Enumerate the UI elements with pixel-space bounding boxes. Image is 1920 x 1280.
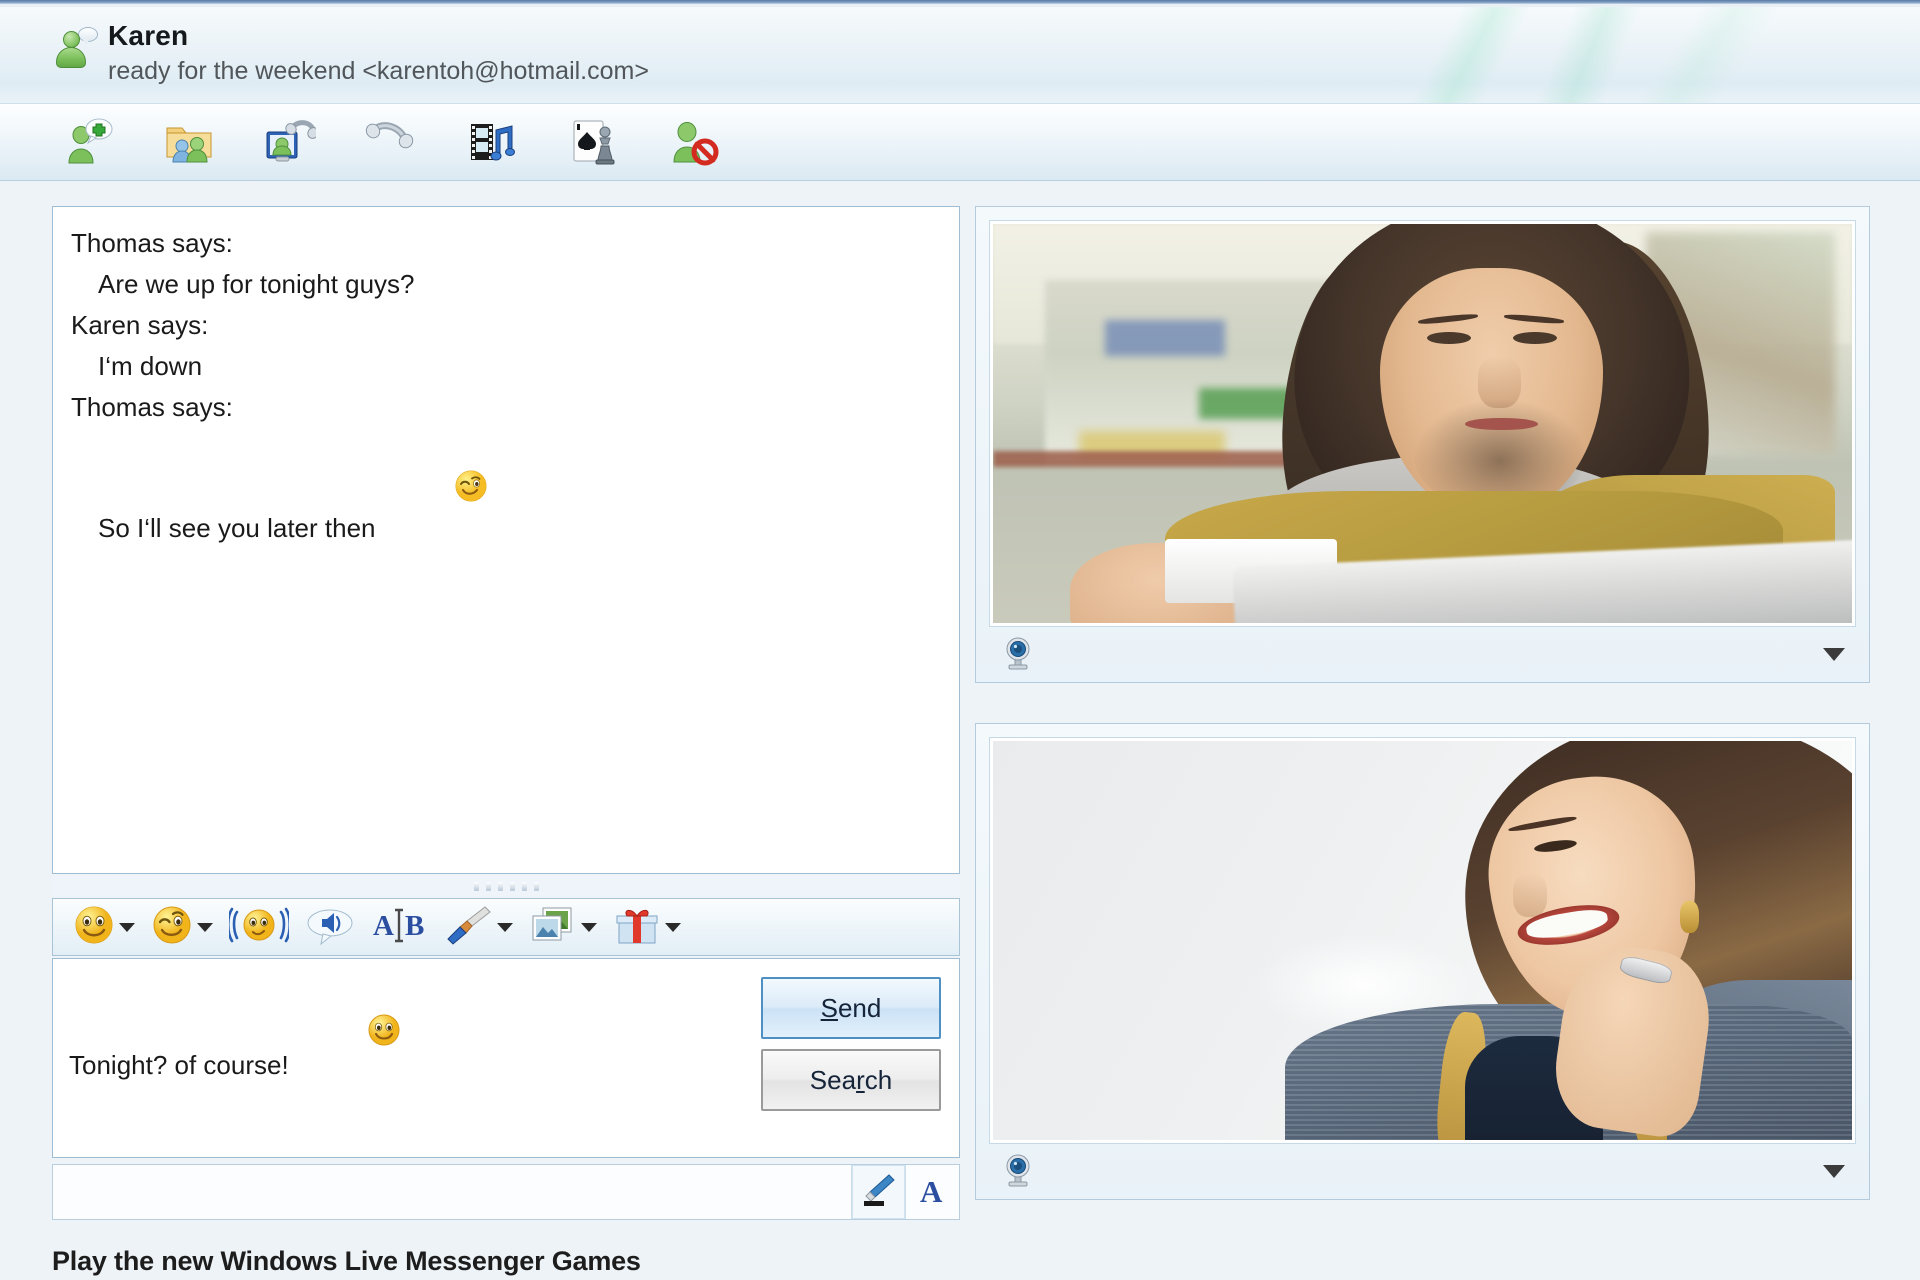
buddy-avatar-icon	[52, 25, 98, 71]
search-label-start: Sea	[809, 1064, 857, 1095]
letter-a-icon: A	[915, 1172, 951, 1213]
chevron-down-icon[interactable]	[1823, 1164, 1845, 1178]
webcam-icon[interactable]	[1000, 636, 1036, 672]
games-promo-link[interactable]: Play the new Windows Live Messenger Game…	[52, 1246, 641, 1277]
sound-button[interactable]	[301, 905, 359, 949]
remote-webcam-video[interactable]	[989, 220, 1856, 627]
search-label-rest: ch	[864, 1064, 893, 1095]
shared-folder-icon	[163, 116, 215, 168]
backgrounds-button[interactable]	[525, 905, 601, 949]
message-text: So I‘ll see you later then	[98, 513, 376, 543]
local-webcam-panel	[975, 723, 1870, 1200]
send-label-rest: end	[837, 992, 882, 1023]
font-button[interactable]: A B	[367, 905, 433, 949]
main-area: Thomas says: Are we up for tonight guys?…	[0, 182, 1920, 1228]
message-text: I‘m down	[98, 351, 203, 381]
remote-webcam-image	[993, 224, 1852, 623]
chevron-down-icon[interactable]	[581, 922, 597, 932]
compose-input-value: Tonight? of course!	[69, 1050, 289, 1080]
local-webcam-controls	[990, 1143, 1855, 1199]
font-ab-icon: A B	[371, 904, 429, 951]
cards-chess-icon	[567, 116, 619, 168]
wink-smiley-icon	[151, 904, 193, 951]
smile-emoticon	[295, 979, 400, 1046]
wink-picker-button[interactable]	[147, 905, 217, 949]
gift-button[interactable]	[609, 905, 685, 949]
video-call-button[interactable]	[262, 114, 318, 170]
compose-area[interactable]: Tonight? of course! Send Search	[52, 958, 960, 1158]
messenger-window: Karen ready for the weekend <karentoh@ho…	[0, 0, 1920, 1280]
nudge-button[interactable]	[225, 905, 293, 949]
chevron-down-icon[interactable]	[665, 922, 681, 932]
games-button[interactable]	[565, 114, 621, 170]
chat-history[interactable]: Thomas says: Are we up for tonight guys?…	[52, 206, 960, 874]
shared-folder-button[interactable]	[161, 114, 217, 170]
formatting-toolbar: A B	[52, 898, 960, 956]
sound-bubble-icon	[305, 904, 355, 951]
invite-person-icon	[62, 116, 114, 168]
action-toolbar	[0, 103, 1920, 181]
chevron-down-icon[interactable]	[197, 922, 213, 932]
svg-text:A: A	[920, 1174, 943, 1208]
search-button-label: Search	[810, 1065, 892, 1096]
send-accelerator: S	[820, 992, 838, 1023]
search-button[interactable]: Search	[761, 1049, 941, 1111]
block-contact-button[interactable]	[666, 114, 722, 170]
share-media-button[interactable]	[464, 114, 520, 170]
background-brush-button[interactable]	[441, 905, 517, 949]
svg-text:A: A	[373, 910, 394, 942]
photo-icon	[529, 904, 577, 951]
compose-text-with-emoticon: Tonight? of course!	[69, 979, 400, 1082]
film-music-icon	[466, 116, 518, 168]
wink-emoticon	[382, 428, 487, 502]
compose-status-bar: A	[52, 1164, 960, 1220]
voice-call-button[interactable]	[363, 114, 419, 170]
invite-person-button[interactable]	[60, 114, 116, 170]
message-text-with-emoticon: So I‘ll see you later then	[71, 428, 941, 549]
block-person-icon	[668, 116, 720, 168]
message-sender: Karen says:	[71, 310, 209, 340]
webcam-icon[interactable]	[1000, 1153, 1036, 1189]
message-sender: Thomas says:	[71, 228, 233, 258]
contact-status-message: ready for the weekend <karentoh@hotmail.…	[108, 57, 649, 85]
svg-text:B: B	[405, 910, 424, 942]
emoticon-picker-button[interactable]	[69, 905, 139, 949]
remote-webcam-panel	[975, 206, 1870, 683]
message-sender: Thomas says:	[71, 392, 233, 422]
splitter-grip[interactable]	[52, 876, 960, 896]
message-text: Are we up for tonight guys?	[98, 269, 415, 299]
local-webcam-image	[993, 741, 1852, 1140]
webcam-column	[975, 206, 1870, 1200]
nudge-icon	[226, 904, 292, 951]
chevron-down-icon[interactable]	[497, 922, 513, 932]
handwriting-button[interactable]	[851, 1165, 905, 1219]
smiley-icon	[73, 904, 115, 951]
chevron-down-icon[interactable]	[1823, 647, 1845, 661]
video-call-icon	[264, 116, 316, 168]
paintbrush-icon	[445, 904, 493, 951]
send-button-label: Send	[821, 993, 882, 1024]
phone-call-icon	[365, 116, 417, 168]
text-mode-button[interactable]: A	[905, 1165, 959, 1219]
pen-icon	[861, 1172, 897, 1213]
contact-header: Karen ready for the weekend <karentoh@ho…	[0, 7, 1920, 103]
gift-icon	[613, 904, 661, 951]
contact-name: Karen	[108, 20, 189, 51]
remote-webcam-controls	[990, 626, 1855, 682]
send-button[interactable]: Send	[761, 977, 941, 1039]
conversation-column: Thomas says: Are we up for tonight guys?…	[52, 206, 960, 1220]
search-accelerator: r	[856, 1064, 865, 1095]
local-webcam-video[interactable]	[989, 737, 1856, 1144]
chevron-down-icon[interactable]	[119, 922, 135, 932]
